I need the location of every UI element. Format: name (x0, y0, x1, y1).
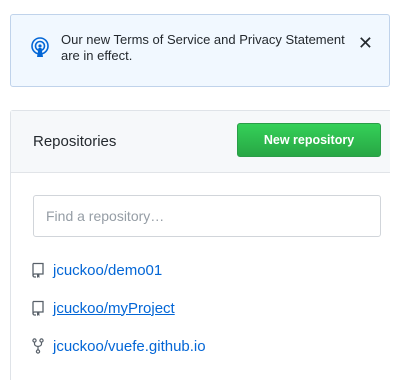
repository-list: jcuckoo/demo01 jcuckoo/myProject jcuckoo… (31, 257, 206, 371)
repo-icon (32, 262, 44, 278)
close-icon[interactable]: ✕ (358, 34, 373, 52)
repositories-header: Repositories New repository (11, 111, 390, 173)
notice-message: Our new Terms of Service and Privacy Sta… (61, 32, 345, 63)
repositories-panel: Repositories New repository jcuckoo/demo… (10, 110, 390, 380)
repositories-title: Repositories (33, 133, 117, 150)
repo-link-vuefe[interactable]: jcuckoo/vuefe.github.io (53, 338, 206, 355)
list-item: jcuckoo/myProject (31, 295, 206, 321)
list-item: jcuckoo/vuefe.github.io (31, 333, 206, 359)
new-repository-button[interactable]: New repository (237, 123, 381, 157)
terms-notice-banner: Our new Terms of Service and Privacy Sta… (10, 14, 390, 87)
fork-icon (32, 338, 44, 354)
repo-link-demo01[interactable]: jcuckoo/demo01 (53, 262, 162, 279)
list-item: jcuckoo/demo01 (31, 257, 206, 283)
broadcast-icon (31, 37, 49, 57)
repo-link-myproject[interactable]: jcuckoo/myProject (53, 300, 175, 317)
repo-icon (32, 300, 44, 316)
find-repository-input[interactable] (33, 195, 381, 237)
